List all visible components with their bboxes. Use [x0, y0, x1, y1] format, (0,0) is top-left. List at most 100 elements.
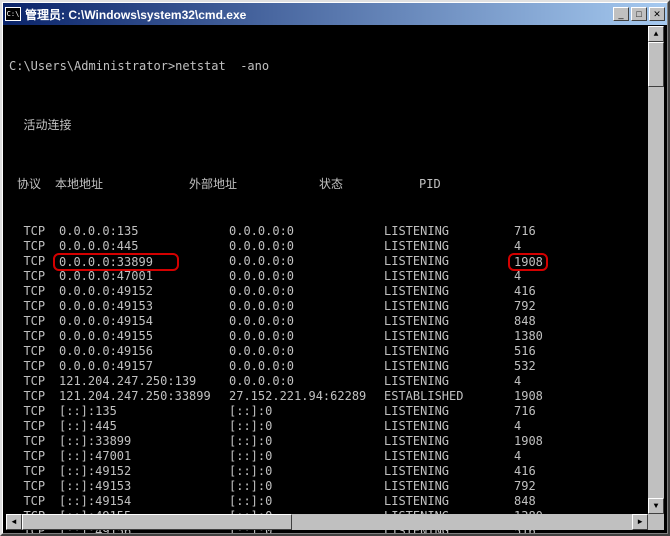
- close-button[interactable]: ✕: [649, 7, 665, 21]
- cell-state: LISTENING: [384, 494, 514, 509]
- prompt-line: C:\Users\Administrator>netstat -ano: [9, 59, 661, 74]
- scroll-right-button[interactable]: ►: [632, 514, 648, 530]
- cell-local: 0.0.0.0:49154: [59, 314, 229, 329]
- cell-pid: 4: [514, 449, 564, 464]
- terminal-area[interactable]: C:\Users\Administrator>netstat -ano 活动连接…: [3, 25, 667, 533]
- cell-local: [::]:33899: [59, 434, 229, 449]
- cell-proto: TCP: [9, 224, 59, 239]
- cell-pid: 792: [514, 479, 564, 494]
- cell-state: ESTABLISHED: [384, 389, 514, 404]
- header-pid: PID: [419, 177, 441, 192]
- connection-row: TCP0.0.0.0:491550.0.0.0:0LISTENING1380: [9, 329, 661, 344]
- cell-foreign: 0.0.0.0:0: [229, 224, 384, 239]
- window-title: 管理员: C:\Windows\system32\cmd.exe: [25, 6, 613, 23]
- cell-proto: TCP: [9, 269, 59, 284]
- connection-row: TCP[::]:47001[::]:0LISTENING4: [9, 449, 661, 464]
- connection-row: TCP0.0.0.0:491570.0.0.0:0LISTENING532: [9, 359, 661, 374]
- cell-foreign: [::]:0: [229, 419, 384, 434]
- cell-foreign: 0.0.0.0:0: [229, 239, 384, 254]
- highlight-box: 0.0.0.0:33899: [53, 253, 179, 271]
- cell-pid: 516: [514, 344, 564, 359]
- cell-local: 0.0.0.0:49152: [59, 284, 229, 299]
- scroll-left-button[interactable]: ◄: [6, 514, 22, 530]
- cell-proto: TCP: [9, 479, 59, 494]
- cmd-icon: C:\: [5, 7, 21, 21]
- scroll-up-button[interactable]: ▲: [648, 26, 664, 42]
- cell-foreign: [::]:0: [229, 479, 384, 494]
- cell-foreign: 27.152.221.94:62289: [229, 389, 384, 404]
- connection-list: TCP0.0.0.0:1350.0.0.0:0LISTENING716 TCP0…: [9, 224, 661, 533]
- cell-foreign: [::]:0: [229, 434, 384, 449]
- cell-foreign: [::]:0: [229, 464, 384, 479]
- cell-proto: TCP: [9, 344, 59, 359]
- cell-proto: TCP: [9, 314, 59, 329]
- cell-local: 121.204.247.250:33899: [59, 389, 229, 404]
- cell-state: LISTENING: [384, 434, 514, 449]
- cell-state: LISTENING: [384, 449, 514, 464]
- cell-local: 0.0.0.0:49153: [59, 299, 229, 314]
- cell-state: LISTENING: [384, 374, 514, 389]
- connection-row: TCP0.0.0.0:491520.0.0.0:0LISTENING416: [9, 284, 661, 299]
- cell-proto: TCP: [9, 449, 59, 464]
- horizontal-scrollbar[interactable]: ◄ ►: [6, 514, 648, 530]
- cell-proto: TCP: [9, 299, 59, 314]
- cell-pid: 792: [514, 299, 564, 314]
- connection-row: TCP[::]:135[::]:0LISTENING716: [9, 404, 661, 419]
- cell-foreign: 0.0.0.0:0: [229, 254, 384, 269]
- connection-row: TCP0.0.0.0:491540.0.0.0:0LISTENING848: [9, 314, 661, 329]
- cell-foreign: 0.0.0.0:0: [229, 314, 384, 329]
- cell-local: [::]:49152: [59, 464, 229, 479]
- highlight-box: 1908: [508, 253, 548, 271]
- connection-row: TCP121.204.247.250:3389927.152.221.94:62…: [9, 389, 661, 404]
- cell-foreign: 0.0.0.0:0: [229, 284, 384, 299]
- connection-row: TCP0.0.0.0:470010.0.0.0:0LISTENING4: [9, 269, 661, 284]
- cell-proto: TCP: [9, 239, 59, 254]
- cell-state: LISTENING: [384, 329, 514, 344]
- cell-pid: 1908: [514, 434, 564, 449]
- cell-proto: TCP: [9, 284, 59, 299]
- cell-state: LISTENING: [384, 344, 514, 359]
- cell-local: [::]:49153: [59, 479, 229, 494]
- cell-state: LISTENING: [384, 284, 514, 299]
- cell-state: LISTENING: [384, 404, 514, 419]
- minimize-button[interactable]: _: [613, 7, 629, 21]
- connection-row: TCP[::]:33899[::]:0LISTENING1908: [9, 434, 661, 449]
- cell-state: LISTENING: [384, 239, 514, 254]
- cell-foreign: 0.0.0.0:0: [229, 269, 384, 284]
- cell-pid: 416: [514, 284, 564, 299]
- connection-row: TCP[::]:445[::]:0LISTENING4: [9, 419, 661, 434]
- cell-state: LISTENING: [384, 269, 514, 284]
- cell-pid: 716: [514, 224, 564, 239]
- cell-foreign: 0.0.0.0:0: [229, 344, 384, 359]
- cell-local: 0.0.0.0:47001: [59, 269, 229, 284]
- cell-state: LISTENING: [384, 359, 514, 374]
- cell-foreign: 0.0.0.0:0: [229, 329, 384, 344]
- scroll-down-button[interactable]: ▼: [648, 498, 664, 514]
- cell-pid: 4: [514, 269, 564, 284]
- cell-proto: TCP: [9, 404, 59, 419]
- window-inner: C:\ 管理员: C:\Windows\system32\cmd.exe _ □…: [2, 2, 668, 534]
- header-state: 状态: [319, 177, 419, 192]
- cell-state: LISTENING: [384, 479, 514, 494]
- cell-proto: TCP: [9, 389, 59, 404]
- vertical-scrollbar[interactable]: ▲ ▼: [648, 26, 664, 514]
- cell-local: 0.0.0.0:33899: [59, 253, 229, 271]
- titlebar: C:\ 管理员: C:\Windows\system32\cmd.exe _ □…: [3, 3, 667, 25]
- cell-state: LISTENING: [384, 419, 514, 434]
- connection-row: TCP0.0.0.0:491560.0.0.0:0LISTENING516: [9, 344, 661, 359]
- scroll-thumb-vertical[interactable]: [648, 42, 664, 87]
- cell-proto: TCP: [9, 434, 59, 449]
- cell-pid: 848: [514, 314, 564, 329]
- connection-row: TCP[::]:49152[::]:0LISTENING416: [9, 464, 661, 479]
- cell-pid: 532: [514, 359, 564, 374]
- cell-state: LISTENING: [384, 224, 514, 239]
- cell-pid: 716: [514, 404, 564, 419]
- scroll-thumb-horizontal[interactable]: [22, 514, 292, 530]
- cell-proto: TCP: [9, 359, 59, 374]
- maximize-button[interactable]: □: [631, 7, 647, 21]
- cell-local: [::]:47001: [59, 449, 229, 464]
- cell-state: LISTENING: [384, 314, 514, 329]
- header-proto: 协议: [9, 177, 55, 192]
- cell-pid: 1908: [514, 253, 564, 271]
- cell-local: [::]:445: [59, 419, 229, 434]
